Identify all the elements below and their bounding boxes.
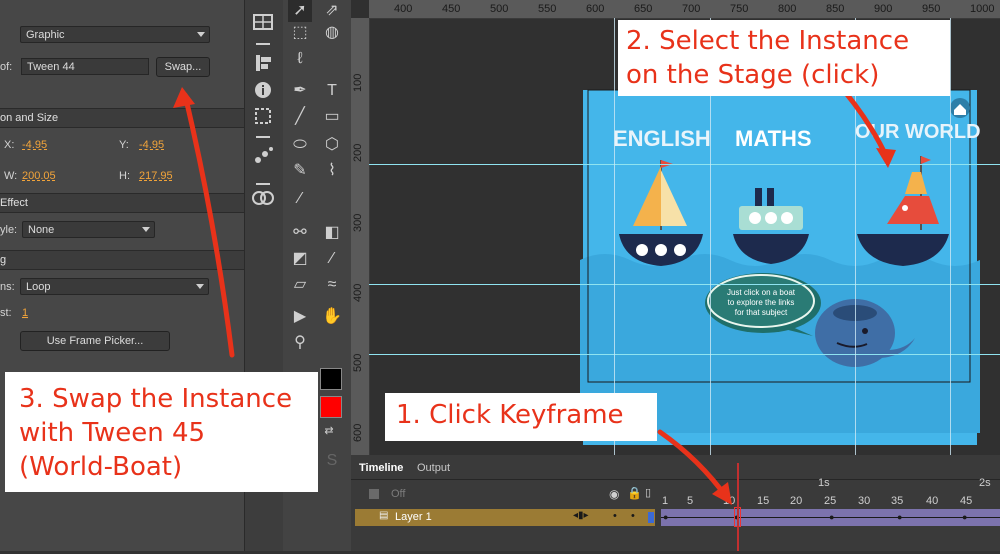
step3-line3: (World-Boat) <box>19 452 183 482</box>
step2-line2: on the Stage (click) <box>626 60 880 90</box>
step1-text: 1. Click Keyframe <box>396 400 624 430</box>
step2-note: 2. Select the Instance on the Stage (cli… <box>618 20 950 96</box>
step2-line1: 2. Select the Instance <box>626 26 910 56</box>
arrow-to-swap <box>182 92 235 358</box>
step3-line2: with Tween 45 <box>19 418 206 448</box>
arrow-to-keyframe <box>657 429 730 501</box>
step3-note: 3. Swap the Instance with Tween 45 (Worl… <box>5 372 318 492</box>
step3-line1: 3. Swap the Instance <box>19 384 293 414</box>
step1-note: 1. Click Keyframe <box>385 393 657 441</box>
